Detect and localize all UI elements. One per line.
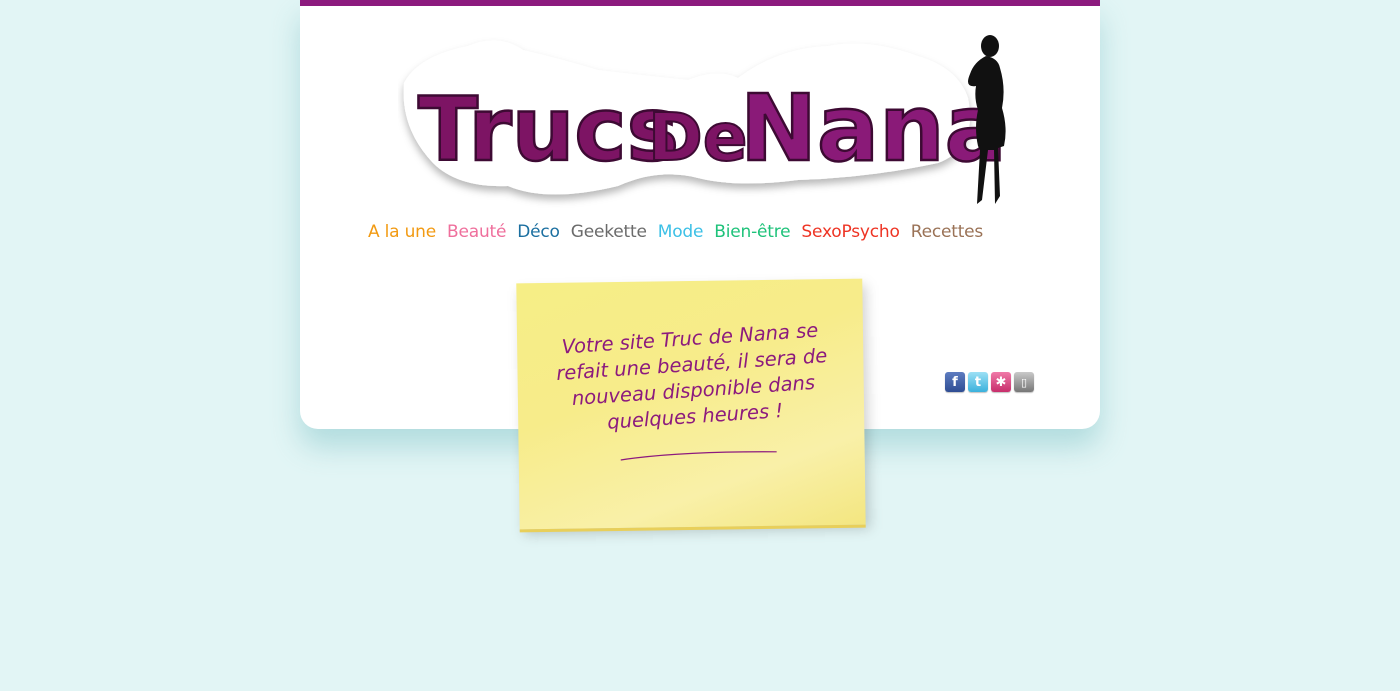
facebook-icon[interactable]: f — [945, 372, 965, 392]
svg-text:De: De — [648, 99, 748, 176]
netvibes-icon[interactable]: ✱ — [991, 372, 1011, 392]
svg-text:Nana: Nana — [740, 75, 1007, 182]
maintenance-message: Votre site Truc de Nana se refait une be… — [555, 318, 828, 434]
top-accent-bar — [300, 0, 1100, 6]
nav-item-beaute[interactable]: Beauté — [447, 222, 506, 242]
mobile-icon[interactable]: ▯ — [1014, 372, 1034, 392]
category-nav: A la une Beauté Déco Geekette Mode Bien-… — [368, 218, 1048, 246]
nav-item-sexopsycho[interactable]: SexoPsycho — [801, 222, 899, 242]
note-underline — [620, 451, 777, 461]
social-links: f t ✱ ▯ — [945, 372, 1034, 392]
sticky-note: Votre site Truc de Nana se refait une be… — [516, 278, 866, 533]
nav-item-deco[interactable]: Déco — [517, 222, 560, 242]
nav-item-a-la-une[interactable]: A la une — [368, 222, 436, 242]
site-logo[interactable]: Trucs De Nana — [398, 28, 1018, 213]
nav-item-geekette[interactable]: Geekette — [571, 222, 647, 242]
twitter-icon[interactable]: t — [968, 372, 988, 392]
nav-item-mode[interactable]: Mode — [658, 222, 704, 242]
nav-item-bien-etre[interactable]: Bien-être — [714, 222, 790, 242]
svg-text:Trucs: Trucs — [418, 78, 679, 181]
nav-item-recettes[interactable]: Recettes — [911, 222, 984, 242]
logo-graphic: Trucs De Nana — [403, 35, 1008, 204]
